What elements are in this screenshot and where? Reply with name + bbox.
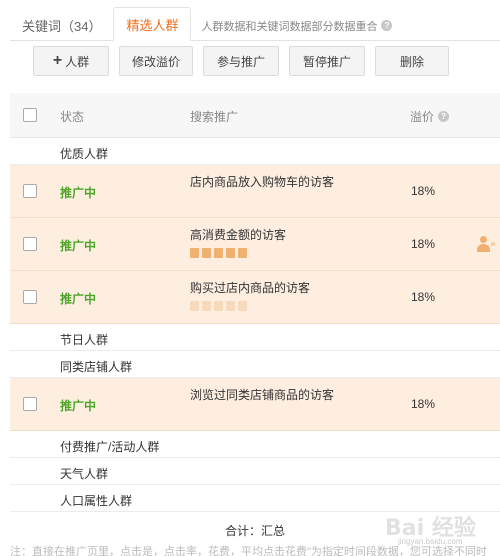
tab-note-text: 人群数据和关键词数据部分数据重合 [201,20,378,33]
status-badge: 推广中 [60,186,97,200]
crowd-name: 浏览过同类店铺商品的访客 [190,388,335,402]
row-action-icons [190,301,247,311]
group-row-holiday[interactable]: 节日人群 [10,324,500,351]
modify-premium-button[interactable]: 修改溢价 [119,46,193,76]
crowd-name: 高消费金额的访客 [190,228,287,242]
group-row-similar-store[interactable]: 同类店铺人群 [10,351,500,378]
header-premium-label: 溢价 [410,110,435,124]
crowd-name: 购买过店内商品的访客 [190,281,311,295]
status-badge: 推广中 [60,399,97,413]
group-name: 同类店铺人群 [60,360,133,374]
share-icon[interactable] [238,301,247,311]
status-badge: 推广中 [60,239,97,253]
crowd-name: 店内商品放入购物车的访客 [190,175,335,189]
row-checkbox[interactable] [23,397,37,411]
group-name: 人口属性人群 [60,494,133,508]
group-row-paid-promo[interactable]: 付费推广/活动人群 [10,431,500,458]
share-icon[interactable] [238,248,247,258]
group-row-demographic[interactable]: 人口属性人群 [10,485,500,512]
table-row[interactable]: 推广中 购买过店内商品的访客 18% [10,271,500,324]
group-name: 付费推广/活动人群 [60,440,160,454]
delete-button[interactable]: 删除 [375,46,449,76]
group-row-quality[interactable]: 优质人群 [10,138,500,165]
group-name: 节日人群 [60,333,109,347]
header-search: 搜索推广 [190,110,239,124]
premium-value: 18% [411,237,436,251]
group-name: 天气人群 [60,467,109,481]
plus-icon: + [52,52,63,69]
row-action-icons [190,248,247,258]
edit-icon[interactable] [202,301,211,311]
tab-bar: 关键词（34） 精选人群 人群数据和关键词数据部分数据重合 ? [10,5,500,41]
tab-note: 人群数据和关键词数据部分数据重合 ? [201,10,393,41]
premium-value: 18% [411,184,436,198]
add-crowd-label: 人群 [65,54,90,69]
table-row[interactable]: 推广中 高消费金额的访客 18% [10,218,500,271]
join-promotion-button[interactable]: 参与推广 [203,46,279,76]
status-badge: 推广中 [60,292,97,306]
table-header: 状态 搜索推广 溢价 ? [10,93,500,138]
footnote: 注：直接在推广页里，点击是，点击率，花费，平均点击花费"为指定时间段数据，您可选… [10,546,487,556]
pause-promotion-button[interactable]: 暂停推广 [289,46,365,76]
table-row[interactable]: 推广中 浏览过同类店铺商品的访客 18% [10,378,500,431]
trash-icon[interactable] [214,248,223,258]
chart-icon[interactable] [226,301,235,311]
row-checkbox[interactable] [23,237,37,251]
toolbar: + 人群 修改溢价 参与推广 暂停推广 删除 [33,46,449,76]
tab-selected-crowds[interactable]: 精选人群 [113,7,192,41]
chart-icon[interactable] [226,248,235,258]
row-checkbox[interactable] [23,184,37,198]
header-status: 状态 [60,110,85,124]
crowd-table: 状态 搜索推广 溢价 ? 优质人群 推广中 店内商品放入购物车的访客 18% 推… [10,93,500,512]
pause-icon[interactable] [190,248,199,258]
premium-value: 18% [411,397,436,411]
select-all-checkbox[interactable] [23,108,37,122]
tab-keywords[interactable]: 关键词（34） [10,10,113,41]
table-row[interactable]: 推广中 店内商品放入购物车的访客 18% [10,165,500,218]
group-row-weather[interactable]: 天气人群 [10,458,500,485]
premium-value: 18% [411,290,436,304]
row-checkbox[interactable] [23,290,37,304]
edit-icon[interactable] [202,248,211,258]
header-premium: 溢价 ? [410,108,450,125]
premium-help-icon[interactable]: ? [438,111,450,122]
pause-icon[interactable] [190,301,199,311]
help-icon[interactable]: ? [381,20,393,31]
trash-icon[interactable] [214,301,223,311]
user-icon[interactable] [477,236,495,252]
group-name: 优质人群 [60,147,109,161]
add-crowd-button[interactable]: + 人群 [33,46,109,76]
